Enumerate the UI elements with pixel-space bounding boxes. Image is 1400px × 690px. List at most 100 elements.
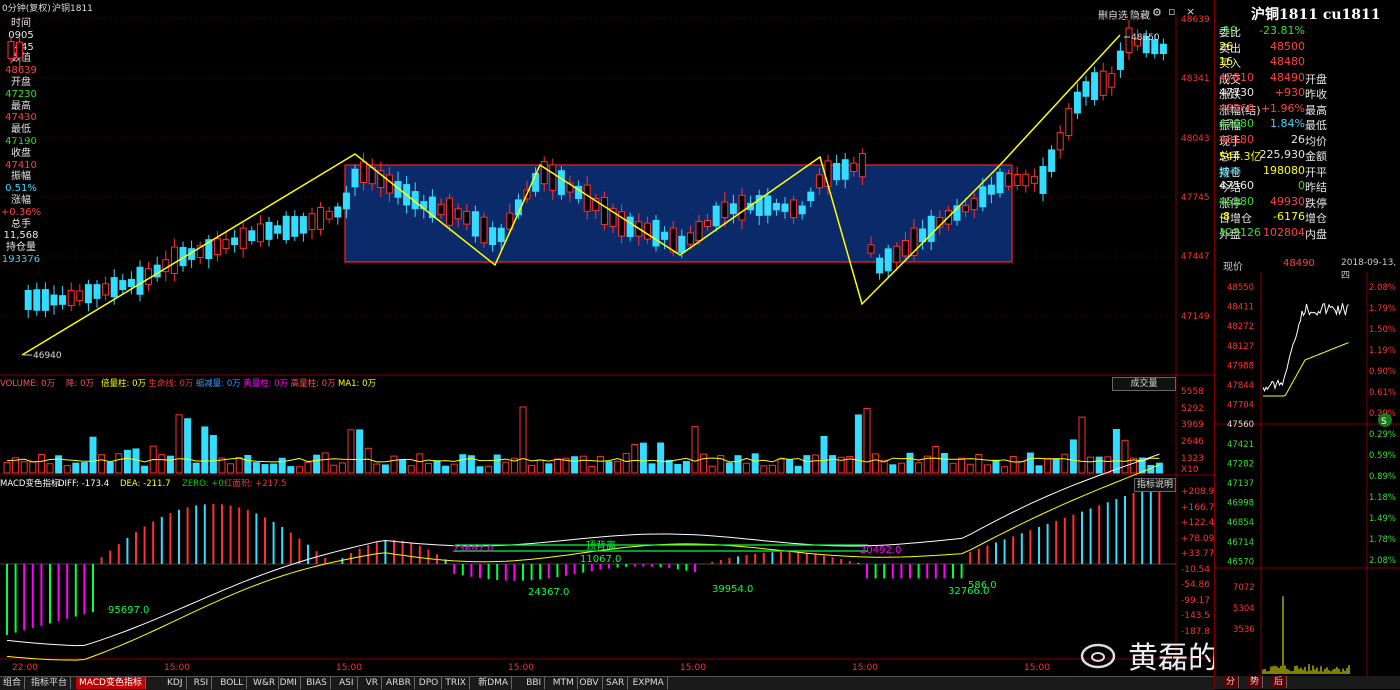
macd-tick-label: -187.8 xyxy=(1181,627,1210,637)
candle-body xyxy=(841,159,849,180)
candle-body xyxy=(1065,107,1073,137)
volume-bar xyxy=(1078,416,1086,474)
indicator-tab[interactable]: EXPMA xyxy=(630,677,668,689)
price-tick-label: 48043 xyxy=(1181,134,1210,144)
indicator-tab[interactable]: ARBR xyxy=(383,677,415,689)
quote-row: 买入 48480 16 xyxy=(1219,55,1400,70)
volume-bar xyxy=(175,414,183,474)
mini-right-tick: 1.49% xyxy=(1369,514,1396,524)
candle-body xyxy=(807,191,815,202)
indicator-tab[interactable]: 指标平台 xyxy=(28,677,72,689)
quote-row-value: +930 xyxy=(1274,86,1305,99)
candle-body xyxy=(7,41,15,59)
quote-row-value: 26 xyxy=(1291,132,1305,146)
mini-left-tick: 46998 xyxy=(1227,499,1254,509)
candle-body xyxy=(626,216,634,238)
candle-body xyxy=(213,238,221,256)
indicator-tab[interactable]: TRIX xyxy=(442,677,470,689)
candle-body xyxy=(738,194,746,221)
volume-bar xyxy=(854,414,862,474)
candle-body xyxy=(815,174,823,189)
volume-bar xyxy=(889,464,897,474)
indicator-tab[interactable]: RSI xyxy=(191,677,213,689)
quote-row: 持仓 198080 开平 双平 xyxy=(1219,164,1400,179)
quote-panel-tab[interactable]: 分 xyxy=(1223,676,1240,688)
candle-body xyxy=(299,216,307,234)
candle-body xyxy=(858,153,866,178)
candle-body xyxy=(342,192,350,210)
volume-bar xyxy=(536,459,544,474)
volume-bar xyxy=(390,455,398,474)
indicator-tab[interactable]: KDJ xyxy=(164,677,187,689)
indicator-tab[interactable]: DMI xyxy=(277,677,301,689)
candle-body xyxy=(334,206,342,218)
volume-bar xyxy=(596,455,604,474)
indicator-tab[interactable]: 新DMA xyxy=(475,677,513,689)
indicator-tab[interactable]: SAR xyxy=(603,677,629,689)
candle-body xyxy=(867,244,875,254)
main-chart-canvas[interactable]: 48550 46940 VOLUME: 0万 降: 0万 倍量柱: 0万 生命线: 0… xyxy=(0,0,1214,676)
volume-bar xyxy=(46,463,54,474)
volume-bar xyxy=(132,448,140,474)
mini-volume-tick: 7072 xyxy=(1233,583,1255,593)
candle-body xyxy=(136,266,144,295)
volume-bar xyxy=(115,453,123,474)
candle-body xyxy=(41,289,49,311)
mini-volume-tick: 5304 xyxy=(1233,604,1255,614)
volume-bar xyxy=(631,443,639,474)
macd-header-item: 红面积: +217.5 xyxy=(224,478,287,489)
quote-panel-tab[interactable]: 后 xyxy=(1271,676,1288,688)
volume-bar xyxy=(184,418,192,474)
quote-row: 卖出 48500 26 xyxy=(1219,40,1400,55)
candle-body xyxy=(489,227,497,245)
quote-row: 振幅 1.84% 最低 47680 xyxy=(1219,117,1400,132)
indicator-tab[interactable]: BIAS xyxy=(303,677,331,689)
volume-bar xyxy=(442,465,450,474)
volume-bar xyxy=(416,453,424,474)
quote-row-value-2: 47560 xyxy=(1219,179,1254,192)
indicator-tab[interactable]: DPO xyxy=(416,677,443,689)
quote-panel-tab[interactable]: 势 xyxy=(1247,676,1264,688)
candle-body xyxy=(721,201,729,219)
candle-body xyxy=(979,186,987,208)
volume-bar xyxy=(72,462,80,474)
indicator-help-button[interactable]: 指标说明 xyxy=(1134,478,1176,492)
volume-bar xyxy=(700,453,708,474)
volume-bar xyxy=(63,465,71,474)
indicator-tab[interactable]: VR xyxy=(363,677,383,689)
mini-price-line xyxy=(1262,303,1349,392)
indicator-tab[interactable]: W&R xyxy=(250,677,280,689)
volume-bar xyxy=(373,463,381,474)
indicator-tab[interactable]: BOLL xyxy=(217,677,248,689)
candle-body xyxy=(729,203,737,215)
quote-row-value-2: 48560 xyxy=(1219,101,1254,115)
indicator-tab[interactable]: MTM xyxy=(550,677,578,689)
volume-bar xyxy=(485,465,493,474)
candle-body xyxy=(231,237,239,245)
indicator-tab[interactable]: BBI xyxy=(523,677,546,689)
mini-left-tick: 48127 xyxy=(1227,342,1254,352)
indicator-tab[interactable]: 组合 xyxy=(0,677,26,689)
indicator-tab[interactable]: OBV xyxy=(576,677,603,689)
volume-bar xyxy=(906,452,914,474)
indicator-tab[interactable]: ASI xyxy=(336,677,358,689)
mini-right-tick: 0.29% xyxy=(1369,430,1396,440)
candle-body xyxy=(102,283,110,296)
volume-bar xyxy=(519,406,527,474)
time-tick-label: 15:00 xyxy=(852,663,878,673)
volume-indicator-button[interactable]: 成交量 xyxy=(1112,377,1176,391)
candle-body xyxy=(1116,50,1124,70)
macd-tick-label: +166.7 xyxy=(1181,503,1214,513)
volume-bar xyxy=(278,457,286,474)
volume-bar xyxy=(123,449,131,474)
quote-title: 沪铜1811 cu1811 xyxy=(1251,7,1381,23)
candle-body xyxy=(962,205,970,213)
volume-bar xyxy=(407,465,415,474)
volume-bar xyxy=(794,465,802,474)
mini-left-tick: 47282 xyxy=(1227,459,1254,469)
indicator-tab[interactable]: MACD变色指标 xyxy=(76,677,146,689)
volume-bar xyxy=(1052,458,1060,474)
volume-bar xyxy=(768,464,776,474)
intraday-mini-chart[interactable]: 48550 48411 48272 48127 47988 47844 47704 47560… xyxy=(1215,272,1400,676)
candle-body xyxy=(695,221,703,241)
